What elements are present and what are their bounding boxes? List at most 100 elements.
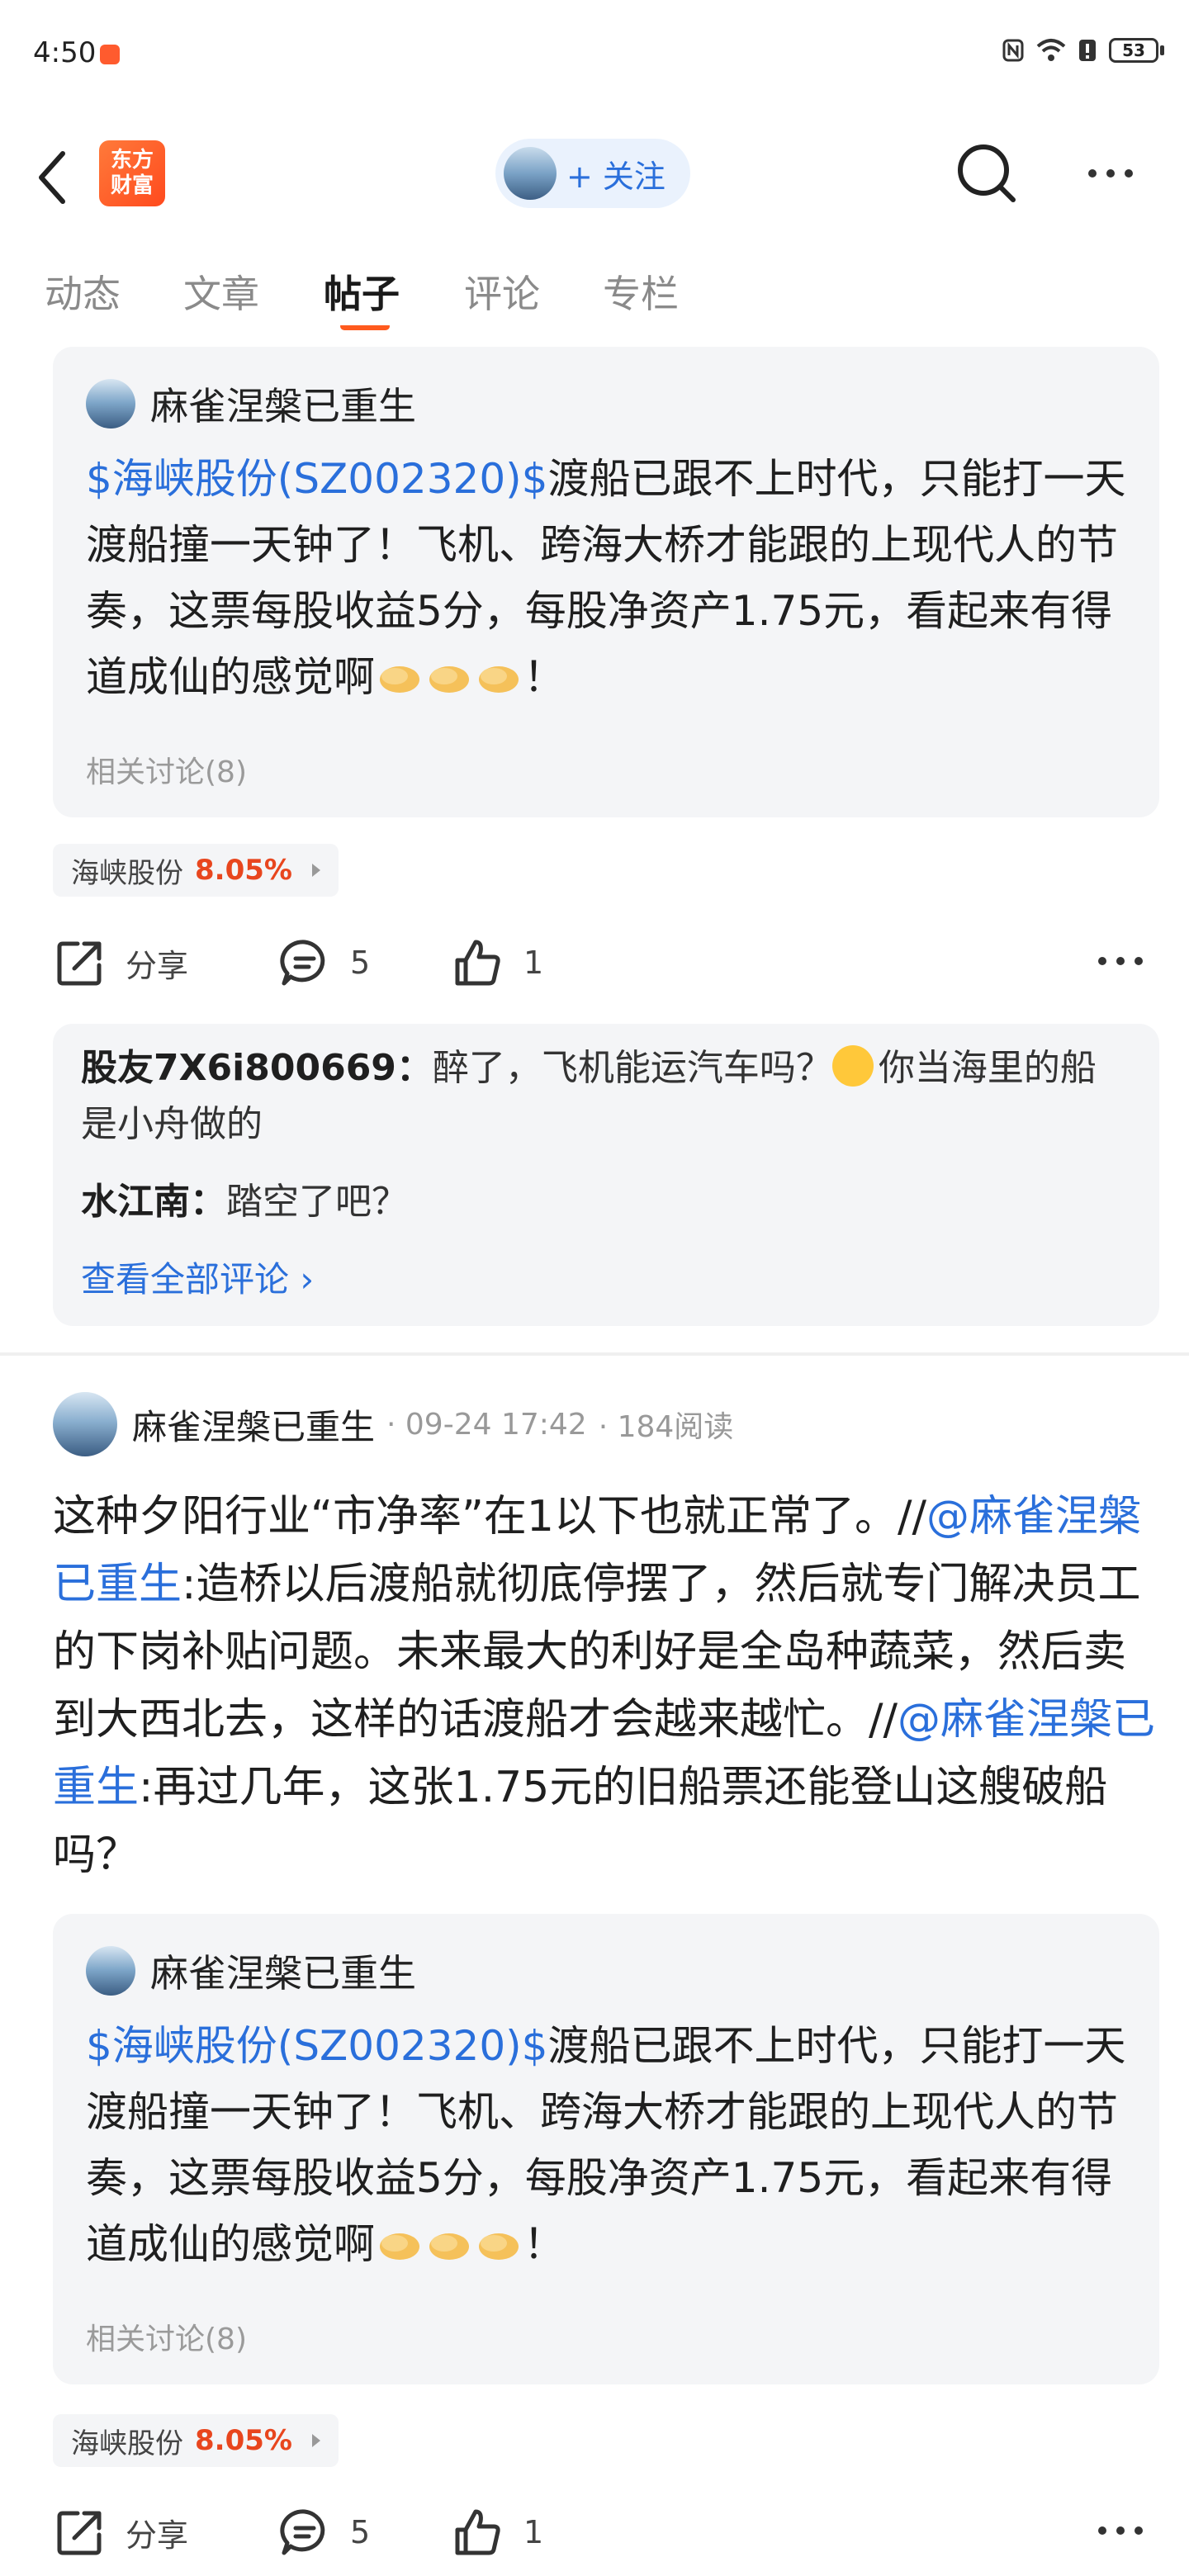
back-arrow-icon [39, 151, 65, 204]
more-dot-icon [1098, 957, 1106, 965]
stock-link[interactable]: $海峡股份(SZ002320)$ [86, 455, 548, 503]
quote-author: 麻雀涅槃已重生 [86, 1944, 416, 1998]
clap-emoji-icon [380, 2233, 419, 2260]
quote-author: 麻雀涅槃已重生 [86, 376, 416, 431]
more-dot-icon [1116, 2526, 1125, 2535]
clap-emoji-icon [429, 2233, 469, 2260]
comment-text: 醉了，飞机能运汽车吗？ [432, 1047, 832, 1089]
quote-text: $海峡股份(SZ002320)$渡船已跟不上时代，只能打一天渡船撞一天钟了！飞机… [86, 446, 1135, 710]
thumbs-up-icon [455, 2509, 500, 2555]
related-discussion-link[interactable]: 相关讨论(8) [86, 748, 247, 791]
stock-chip-name: 海峡股份 [71, 2427, 183, 2460]
comment-preview: 股友7X6i800669：醉了，飞机能运汽车吗？ 你当海里的船是小舟做的 水江南：… [53, 1024, 1159, 1326]
quote-text-end: ！ [523, 653, 565, 701]
comment-button[interactable]: 5 [279, 937, 370, 988]
share-button[interactable]: 分享 [54, 2507, 188, 2558]
clap-emoji-icon [479, 2233, 519, 2260]
quote-author-name[interactable]: 麻雀涅槃已重生 [150, 376, 416, 431]
quote-text: $海峡股份(SZ002320)$渡船已跟不上时代，只能打一天渡船撞一天钟了！飞机… [86, 2013, 1135, 2277]
stock-chip-change: 8.05% [195, 854, 292, 887]
clap-emoji-icon [479, 666, 519, 693]
logo-line1: 东方 [110, 148, 154, 173]
quote-author-name[interactable]: 麻雀涅槃已重生 [150, 1944, 416, 1998]
avatar [86, 379, 135, 429]
status-time: 4:50 [33, 36, 97, 69]
comment-count: 5 [350, 2514, 371, 2550]
thumbs-up-icon [455, 940, 500, 986]
comment-icon [280, 2509, 325, 2555]
more-dot-icon [1098, 2526, 1106, 2535]
post-read-count: · 184阅读 [598, 1410, 734, 1444]
share-icon [57, 941, 102, 986]
quote-text-end: ！ [523, 2220, 565, 2268]
laugh-cry-emoji-icon [831, 1045, 874, 1087]
more-dot-icon [1116, 957, 1125, 965]
avatar[interactable] [53, 1392, 117, 1456]
comment-button[interactable]: 5 [279, 2507, 370, 2558]
like-button[interactable]: 1 [452, 937, 543, 988]
follow-label: + 关注 [566, 158, 666, 195]
top-bar: 东方 财富 + 关注 [0, 107, 1189, 239]
like-count: 1 [523, 2514, 544, 2550]
follow-button[interactable]: + 关注 [495, 139, 690, 208]
more-dot-icon [1106, 169, 1115, 178]
stock-link[interactable]: $海峡股份(SZ002320)$ [86, 2022, 548, 2070]
post-author-name[interactable]: 麻雀涅槃已重生 [132, 1399, 375, 1450]
comment-author[interactable]: 水江南 [81, 1181, 190, 1223]
stock-chip-change: 8.05% [195, 2424, 292, 2457]
post-body[interactable]: 这种夕阳行业“市净率”在1以下也就正常了。//@麻雀涅槃已重生:造桥以后渡船就彻… [53, 1483, 1159, 1889]
more-dot-icon [1088, 169, 1097, 178]
tab-columns[interactable]: 专栏 [603, 264, 679, 319]
post-header: 麻雀涅槃已重生 · 09-24 17:42 · 184阅读 [53, 1392, 733, 1456]
back-button[interactable] [35, 144, 84, 211]
battery-level: 53 [1109, 38, 1158, 63]
post-date: · 09-24 17:42 [386, 1407, 587, 1442]
clap-emoji-icon [380, 666, 419, 693]
share-button[interactable]: 分享 [54, 937, 188, 988]
post-actions: 分享 5 1 [0, 921, 1189, 1003]
active-tab-indicator [340, 322, 390, 330]
like-button[interactable]: 1 [452, 2507, 543, 2558]
tab-articles[interactable]: 文章 [183, 264, 259, 319]
comment-item[interactable]: 水江南：踏空了吧？ [81, 1174, 1130, 1230]
view-all-comments-link[interactable]: 查看全部评论 › [81, 1252, 314, 1302]
chevron-right-icon [311, 864, 320, 877]
post-more-button[interactable] [1098, 957, 1143, 965]
post-actions: 分享 5 1 [0, 2490, 1189, 2573]
app-logo: 东方 财富 [99, 140, 165, 206]
tab-dynamics[interactable]: 动态 [45, 264, 121, 319]
more-dot-icon [1135, 2526, 1143, 2535]
share-label: 分享 [126, 947, 189, 984]
tab-comments[interactable]: 评论 [464, 264, 540, 319]
more-options-button[interactable] [1073, 140, 1148, 206]
related-discussion-link[interactable]: 相关讨论(8) [86, 2315, 247, 2358]
share-icon [57, 2511, 102, 2555]
stock-chip[interactable]: 海峡股份 8.05% [53, 2414, 339, 2467]
post-text: :再过几年，这张1.75元的旧船票还能登山这艘破船吗？ [53, 1763, 1108, 1880]
quoted-post-card[interactable]: 麻雀涅槃已重生 $海峡股份(SZ002320)$渡船已跟不上时代，只能打一天渡船… [53, 1914, 1159, 2384]
status-icons: 53 [1002, 38, 1164, 63]
post-more-button[interactable] [1098, 2526, 1143, 2535]
avatar [504, 147, 557, 200]
search-button[interactable] [954, 140, 1020, 206]
post-text: 这种夕阳行业“市净率”在1以下也就正常了。// [53, 1492, 927, 1541]
more-dot-icon [1135, 957, 1143, 965]
comment-item[interactable]: 股友7X6i800669：醉了，飞机能运汽车吗？ 你当海里的船是小舟做的 [81, 1040, 1130, 1153]
stock-chip-name: 海峡股份 [71, 856, 183, 890]
alert-icon [1079, 40, 1096, 61]
comment-icon [280, 940, 325, 986]
quote-text-line1: 渡船已跟不上时代，只能打 [547, 455, 1044, 503]
comment-text: 踏空了吧？ [226, 1181, 408, 1223]
comment-count: 5 [350, 945, 371, 981]
stock-chip[interactable]: 海峡股份 8.05% [53, 844, 339, 897]
quote-text-line1: 渡船已跟不上时代，只能打 [547, 2022, 1044, 2070]
post-divider [0, 1352, 1189, 1356]
logo-line2: 财富 [110, 173, 154, 198]
clap-emoji-icon [429, 666, 469, 693]
quoted-post-card[interactable]: 麻雀涅槃已重生 $海峡股份(SZ002320)$渡船已跟不上时代，只能打一天渡船… [53, 347, 1159, 817]
comment-author[interactable]: 股友7X6i800669 [81, 1047, 396, 1089]
tab-posts[interactable]: 帖子 [324, 264, 400, 319]
share-label: 分享 [126, 2517, 189, 2554]
chevron-right-icon [311, 2434, 320, 2447]
tab-bar: 动态 文章 帖子 评论 专栏 [0, 248, 1189, 339]
